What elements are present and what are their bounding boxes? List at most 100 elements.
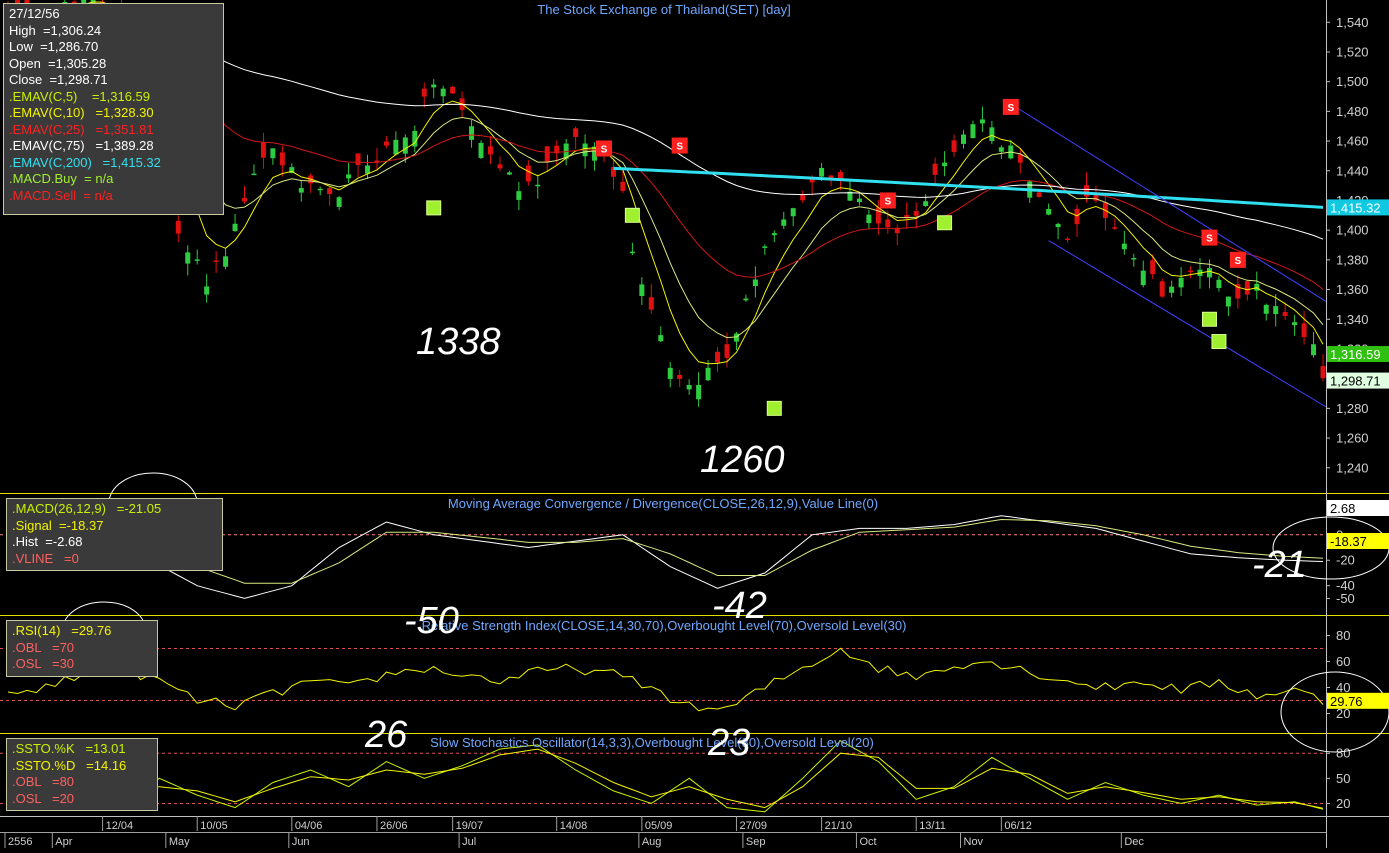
candle-body bbox=[724, 344, 730, 358]
candle-body bbox=[648, 297, 654, 310]
info-ema10: .EMAV(C,10) =1,328.30 bbox=[9, 105, 154, 120]
candle-body bbox=[1159, 281, 1165, 297]
sell-signal-label: S bbox=[1235, 256, 1242, 267]
candle-body bbox=[629, 251, 635, 254]
info-ema75: .EMAV(C,75) =1,389.28 bbox=[9, 138, 154, 153]
candle-body bbox=[1065, 238, 1071, 241]
candle-body bbox=[696, 384, 702, 400]
sell-signal-label: S bbox=[1007, 103, 1014, 114]
rsi-axis-tick-label: 40 bbox=[1336, 680, 1350, 695]
candle-body bbox=[1169, 286, 1175, 293]
annotation-rsi-low-2: 23 bbox=[707, 722, 750, 764]
candle-body bbox=[223, 256, 229, 267]
channel-lower-line bbox=[1048, 240, 1327, 408]
date-tick-label: 13/11 bbox=[919, 820, 946, 832]
price-axis-tick-label: 1,520 bbox=[1336, 44, 1369, 59]
candle-body bbox=[970, 124, 976, 139]
candle-body bbox=[743, 298, 749, 301]
ema-line-200 bbox=[613, 166, 1324, 209]
close-value-tag: 1,298.71 bbox=[1330, 374, 1381, 389]
month-label: Dec bbox=[1124, 836, 1144, 848]
month-label: Oct bbox=[859, 836, 876, 848]
info-sto-k: .SSTO.%K =13.01 bbox=[12, 741, 126, 756]
candle-body bbox=[185, 252, 191, 264]
info-macd-buy: .MACD.Buy = n/a bbox=[9, 171, 114, 186]
info-sto-obl: .OBL =80 bbox=[12, 774, 75, 789]
info-high: High =1,306.24 bbox=[9, 22, 102, 38]
candle-body bbox=[497, 164, 503, 169]
rsi-info-box: .RSI(14) =29.76 .OBL =70 .OSL =30 bbox=[6, 620, 158, 677]
candle-body bbox=[402, 137, 408, 154]
candle-body bbox=[1225, 296, 1231, 307]
candle-body bbox=[819, 167, 825, 177]
candle-body bbox=[639, 284, 645, 297]
candle-body bbox=[383, 141, 389, 146]
candle-body bbox=[705, 367, 711, 381]
candle-body bbox=[1121, 243, 1127, 250]
candle-body bbox=[781, 219, 787, 226]
candle-body bbox=[771, 233, 777, 236]
candle-body bbox=[979, 119, 985, 124]
date-tick-label: 10/05 bbox=[200, 820, 228, 832]
info-rsi-obl: .OBL =70 bbox=[12, 639, 75, 655]
candle-body bbox=[1282, 311, 1288, 317]
hist-value-tag: 2.68 bbox=[1330, 501, 1355, 516]
price-axis-tick-label: 1,380 bbox=[1336, 252, 1369, 267]
price-info-box: 27/12/56 High =1,306.24 Low =1,286.70 Op… bbox=[3, 3, 224, 215]
stochastic-axis-tick-label: 80 bbox=[1336, 746, 1350, 761]
candle-body bbox=[885, 219, 891, 228]
candle-body bbox=[1273, 306, 1279, 315]
candle-body bbox=[573, 128, 579, 137]
date-tick-label: 04/06 bbox=[295, 820, 323, 832]
candle-body bbox=[658, 335, 664, 342]
info-ema5: .EMAV(C,5) =1,316.59 bbox=[9, 88, 151, 104]
candle-body bbox=[1263, 304, 1269, 314]
candle-body bbox=[487, 146, 493, 155]
price-axis-tick-label: 1,440 bbox=[1336, 163, 1369, 178]
candle-body bbox=[620, 181, 626, 191]
signal-value-tag: -18.37 bbox=[1330, 534, 1367, 549]
candle-body bbox=[998, 147, 1004, 152]
candle-body bbox=[1188, 270, 1194, 273]
stochastic-d-line bbox=[7, 748, 1324, 809]
candle-body bbox=[1292, 322, 1298, 326]
annotation-macd-current: -21 bbox=[1252, 544, 1307, 586]
highlight-circle-rsi-current bbox=[1280, 671, 1389, 753]
month-label: Nov bbox=[964, 836, 984, 848]
info-signal: .Signal =-18.37 bbox=[12, 517, 104, 533]
rsi-axis-tick-label: 80 bbox=[1336, 628, 1350, 643]
chart-stage: 1,5401,5201,5001,4801,4601,4401,4201,400… bbox=[0, 0, 1389, 848]
candle-body bbox=[279, 152, 285, 166]
candle-body bbox=[478, 142, 484, 158]
candle-body bbox=[1036, 192, 1042, 197]
candle-body bbox=[346, 174, 352, 179]
candle-body bbox=[355, 153, 361, 166]
date-tick-label: 14/08 bbox=[560, 820, 588, 832]
candle-body bbox=[431, 84, 437, 88]
date-tick-label: 12/04 bbox=[106, 820, 134, 832]
candle-body bbox=[469, 126, 475, 140]
candle-body bbox=[336, 197, 342, 207]
month-label: May bbox=[169, 836, 190, 848]
candle-body bbox=[856, 198, 862, 203]
candle-body bbox=[175, 220, 181, 234]
sell-signal-label: S bbox=[601, 144, 608, 155]
price-axis-tick-label: 1,400 bbox=[1336, 223, 1369, 238]
info-sto-d: .SSTO.%D =14.16 bbox=[12, 757, 127, 773]
buy-signal-marker bbox=[766, 400, 782, 416]
buy-signal-marker bbox=[624, 207, 640, 223]
candle-body bbox=[525, 165, 531, 182]
candle-body bbox=[1320, 366, 1326, 379]
annotation-macd-low-2: -42 bbox=[712, 585, 767, 627]
candle-body bbox=[298, 188, 304, 193]
date-tick-label: 26/06 bbox=[380, 820, 408, 832]
candle-body bbox=[204, 286, 210, 295]
info-macd: .MACD(26,12,9) =-21.05 bbox=[12, 501, 162, 516]
price-axis-tick-label: 1,500 bbox=[1336, 74, 1369, 89]
candle-body bbox=[213, 260, 219, 262]
info-vline: .VLINE =0 bbox=[12, 550, 79, 566]
price-axis-tick-label: 1,360 bbox=[1336, 282, 1369, 297]
price-axis-tick-label: 1,240 bbox=[1336, 460, 1369, 475]
annotation-rsi-low-1: 26 bbox=[364, 714, 408, 756]
info-macd-sell: .MACD.Sell = n/a bbox=[9, 187, 113, 203]
